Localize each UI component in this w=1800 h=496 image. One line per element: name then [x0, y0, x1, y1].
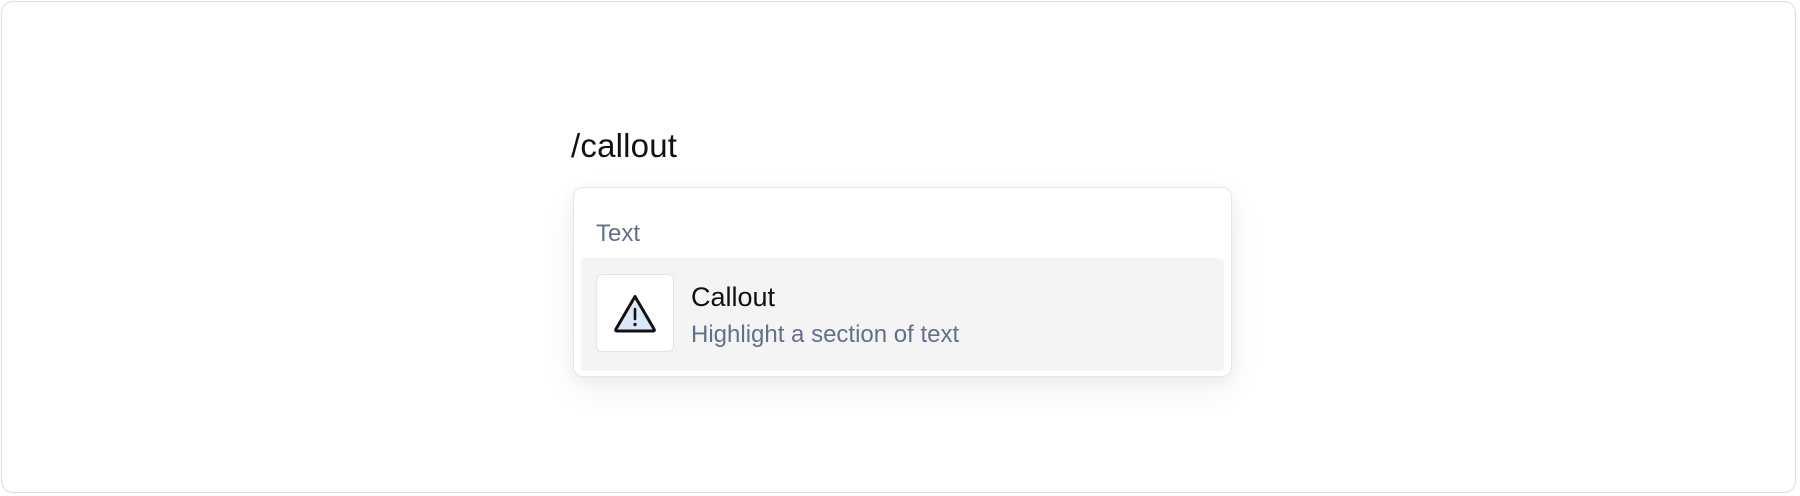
- editor-frame: /callout Text Callout Highlight a sectio…: [1, 1, 1796, 493]
- menu-item-title: Callout: [691, 282, 776, 312]
- slash-command-menu: Text Callout Highlight a section of text: [573, 187, 1232, 377]
- menu-item-callout[interactable]: Callout Highlight a section of text: [581, 258, 1224, 371]
- menu-section-label: Text: [596, 220, 641, 247]
- callout-icon-box: [596, 274, 674, 352]
- menu-item-description: Highlight a section of text: [691, 321, 960, 348]
- slash-command-text[interactable]: /callout: [571, 124, 677, 168]
- warning-triangle-icon: [614, 295, 656, 333]
